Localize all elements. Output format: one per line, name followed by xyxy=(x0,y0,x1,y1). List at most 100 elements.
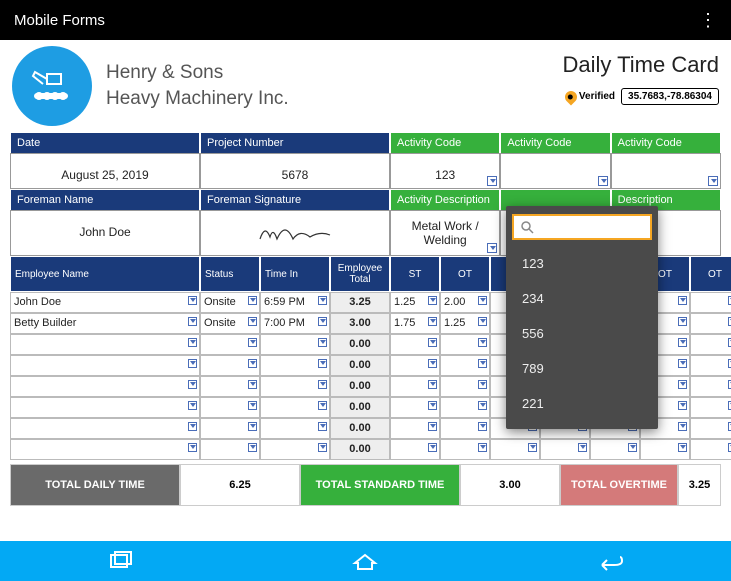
dropdown-icon[interactable] xyxy=(188,401,197,410)
dropdown-icon[interactable] xyxy=(318,443,327,452)
table-cell[interactable] xyxy=(440,439,490,460)
dropdown-icon[interactable] xyxy=(248,317,257,326)
table-cell[interactable]: Onsite xyxy=(200,292,260,313)
table-cell[interactable] xyxy=(690,376,731,397)
table-cell[interactable] xyxy=(390,334,440,355)
activity-code-3-value[interactable] xyxy=(611,153,721,189)
table-cell[interactable] xyxy=(640,439,690,460)
table-cell[interactable] xyxy=(10,334,200,355)
dropdown-icon[interactable] xyxy=(248,296,257,305)
dropdown-icon[interactable] xyxy=(318,401,327,410)
dropdown-icon[interactable] xyxy=(318,380,327,389)
table-cell[interactable] xyxy=(390,355,440,376)
dropdown-icon[interactable] xyxy=(708,176,718,186)
dropdown-icon[interactable] xyxy=(428,317,437,326)
table-cell[interactable] xyxy=(390,439,440,460)
table-cell[interactable] xyxy=(690,292,731,313)
nav-home-icon[interactable] xyxy=(350,551,380,571)
table-cell[interactable] xyxy=(440,418,490,439)
dropdown-icon[interactable] xyxy=(248,338,257,347)
activity-code-1-value[interactable]: 123 xyxy=(390,153,500,189)
table-cell[interactable]: 6:59 PM xyxy=(260,292,330,313)
project-number-value[interactable]: 5678 xyxy=(200,153,390,189)
dropdown-icon[interactable] xyxy=(678,317,687,326)
nav-back-icon[interactable] xyxy=(594,551,624,571)
dropdown-icon[interactable] xyxy=(248,401,257,410)
table-cell[interactable]: Onsite xyxy=(200,313,260,334)
dropdown-icon[interactable] xyxy=(628,443,637,452)
dropdown-icon[interactable] xyxy=(188,443,197,452)
dropdown-icon[interactable] xyxy=(598,176,608,186)
table-cell[interactable] xyxy=(440,397,490,418)
dropdown-icon[interactable] xyxy=(678,422,687,431)
nav-recent-icon[interactable] xyxy=(107,551,137,571)
table-cell[interactable] xyxy=(200,397,260,418)
dropdown-icon[interactable] xyxy=(248,443,257,452)
table-cell[interactable] xyxy=(440,376,490,397)
dropdown-icon[interactable] xyxy=(678,296,687,305)
dropdown-icon[interactable] xyxy=(478,380,487,389)
foreman-signature-value[interactable] xyxy=(200,210,390,256)
dropdown-icon[interactable] xyxy=(188,317,197,326)
table-cell[interactable] xyxy=(690,439,731,460)
activity-desc-1-value[interactable]: Metal Work / Welding xyxy=(390,210,500,256)
dropdown-icon[interactable] xyxy=(318,359,327,368)
dropdown-icon[interactable] xyxy=(487,243,497,253)
table-cell[interactable] xyxy=(390,397,440,418)
table-cell[interactable] xyxy=(10,397,200,418)
table-cell[interactable] xyxy=(10,376,200,397)
dropdown-icon[interactable] xyxy=(248,380,257,389)
table-cell[interactable]: 2.00 xyxy=(440,292,490,313)
dropdown-icon[interactable] xyxy=(678,401,687,410)
dropdown-icon[interactable] xyxy=(428,380,437,389)
menu-icon[interactable]: ⋮ xyxy=(699,10,717,31)
dropdown-icon[interactable] xyxy=(478,317,487,326)
table-cell[interactable] xyxy=(690,397,731,418)
foreman-name-value[interactable]: John Doe xyxy=(10,210,200,256)
table-cell[interactable] xyxy=(260,376,330,397)
table-cell[interactable] xyxy=(260,334,330,355)
table-cell[interactable]: 1.75 xyxy=(390,313,440,334)
table-cell[interactable] xyxy=(690,355,731,376)
dropdown-item[interactable]: 221 xyxy=(506,386,658,421)
dropdown-icon[interactable] xyxy=(248,359,257,368)
table-cell[interactable] xyxy=(260,397,330,418)
dropdown-icon[interactable] xyxy=(318,296,327,305)
table-cell[interactable]: John Doe xyxy=(10,292,200,313)
table-cell[interactable] xyxy=(200,439,260,460)
dropdown-icon[interactable] xyxy=(678,380,687,389)
table-cell[interactable] xyxy=(440,355,490,376)
date-value[interactable]: August 25, 2019 xyxy=(10,153,200,189)
dropdown-icon[interactable] xyxy=(318,422,327,431)
activity-code-2-value[interactable] xyxy=(500,153,610,189)
dropdown-item[interactable]: 556 xyxy=(506,316,658,351)
table-cell[interactable] xyxy=(10,439,200,460)
table-cell[interactable] xyxy=(540,439,590,460)
dropdown-search-input[interactable] xyxy=(512,214,652,240)
dropdown-icon[interactable] xyxy=(478,422,487,431)
dropdown-icon[interactable] xyxy=(428,422,437,431)
dropdown-item[interactable]: 234 xyxy=(506,281,658,316)
dropdown-icon[interactable] xyxy=(478,401,487,410)
table-cell[interactable] xyxy=(590,439,640,460)
table-cell[interactable] xyxy=(200,418,260,439)
dropdown-icon[interactable] xyxy=(428,338,437,347)
dropdown-icon[interactable] xyxy=(188,338,197,347)
dropdown-icon[interactable] xyxy=(248,422,257,431)
table-cell[interactable] xyxy=(260,418,330,439)
dropdown-icon[interactable] xyxy=(487,176,497,186)
dropdown-icon[interactable] xyxy=(188,296,197,305)
table-cell[interactable] xyxy=(390,418,440,439)
dropdown-icon[interactable] xyxy=(318,338,327,347)
dropdown-icon[interactable] xyxy=(428,401,437,410)
table-cell[interactable] xyxy=(10,418,200,439)
table-cell[interactable] xyxy=(200,355,260,376)
table-cell[interactable] xyxy=(690,313,731,334)
table-cell[interactable] xyxy=(200,376,260,397)
table-cell[interactable] xyxy=(490,439,540,460)
dropdown-icon[interactable] xyxy=(678,443,687,452)
table-cell[interactable]: 7:00 PM xyxy=(260,313,330,334)
table-cell[interactable] xyxy=(260,355,330,376)
table-cell[interactable] xyxy=(390,376,440,397)
dropdown-icon[interactable] xyxy=(478,296,487,305)
